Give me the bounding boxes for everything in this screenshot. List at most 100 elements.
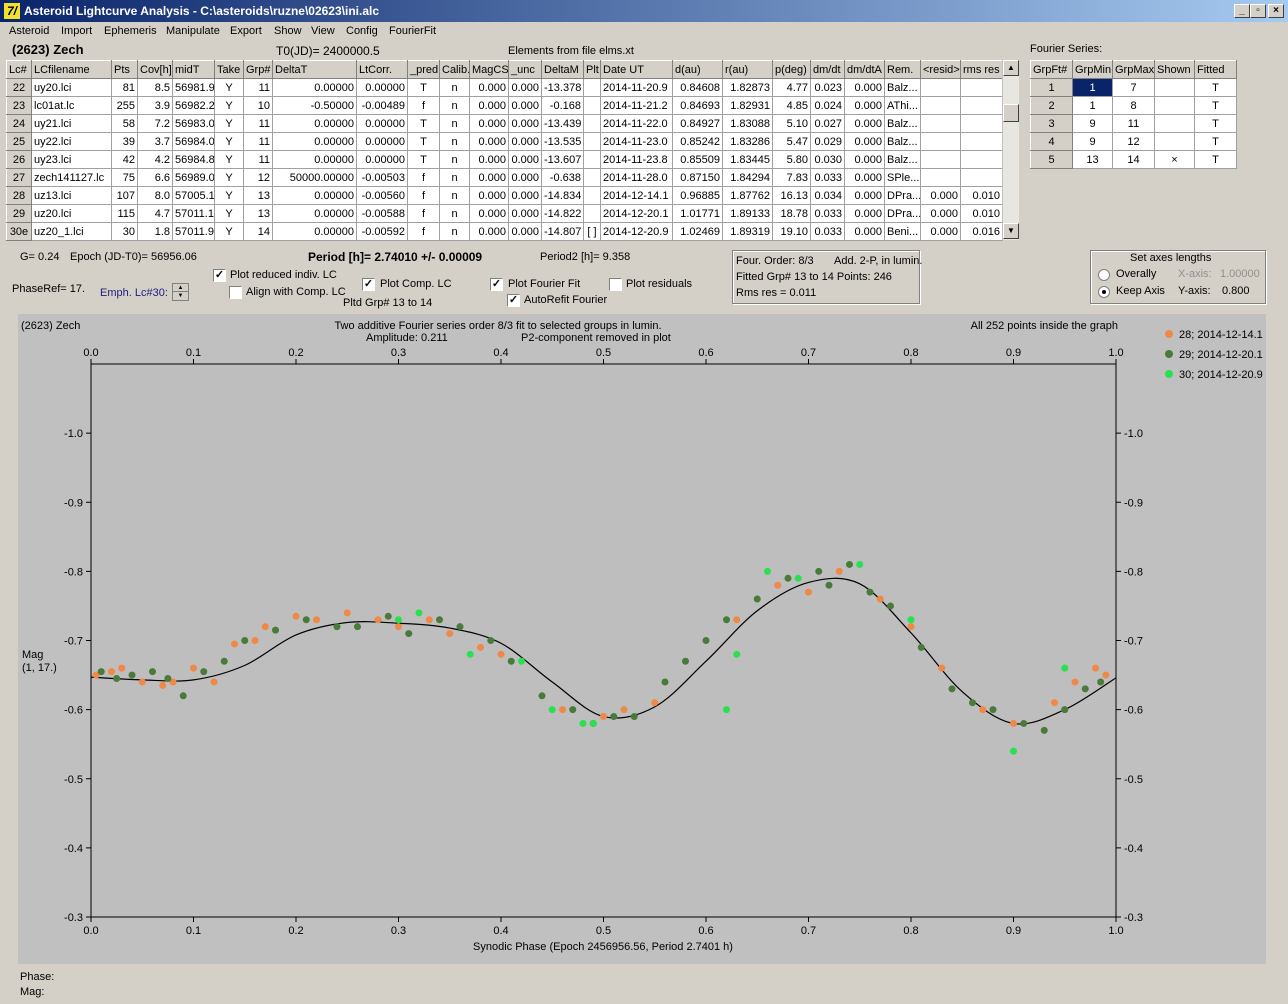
scroll-up-button[interactable]: ▲ (1003, 60, 1019, 76)
lc-cell[interactable]: 5.80 (772, 150, 811, 169)
lc-cell[interactable]: 0.000 (844, 78, 885, 97)
lc-cell[interactable]: Balz... (884, 132, 921, 151)
lc-table-row[interactable]: 24 uy21.lci 58 7.2 56983.0 Y 11 0.00000 0.00000 T… (6, 114, 1003, 133)
lc-cell[interactable]: f (407, 222, 440, 241)
lc-cell[interactable] (960, 150, 1003, 169)
lc-cell[interactable]: 0.00000 (272, 204, 357, 223)
lc-cell[interactable]: 7.83 (772, 168, 811, 187)
lc-cell[interactable]: 5.47 (772, 132, 811, 151)
lc-cell[interactable] (960, 168, 1003, 187)
lc-cell[interactable]: 3.7 (137, 132, 173, 151)
lc-cell[interactable]: f (407, 168, 440, 187)
ft-row-header[interactable]: 1 (1030, 78, 1073, 97)
lc-cell[interactable]: 0.010 (960, 204, 1003, 223)
lc-cell[interactable]: Y (214, 150, 244, 169)
lc-cell[interactable]: f (407, 186, 440, 205)
lc-col-header[interactable]: dm/dtA (844, 60, 885, 79)
lc-cell[interactable]: 0.000 (844, 132, 885, 151)
ft-table-row[interactable]: 218 T (1030, 96, 1237, 115)
lc-row-header[interactable]: 28 (6, 186, 32, 205)
lc-cell[interactable]: uy23.lci (31, 150, 112, 169)
lc-row-header[interactable]: 22 (6, 78, 32, 97)
ft-col-header[interactable]: GrpFt# (1030, 60, 1073, 79)
lc-cell[interactable]: 0.016 (960, 222, 1003, 241)
lc-cell[interactable]: 0.000 (844, 150, 885, 169)
lc-cell[interactable]: 1.89319 (722, 222, 773, 241)
ft-cell[interactable] (1154, 78, 1195, 97)
lc-cell[interactable]: 2014-11-23.0 (600, 132, 673, 151)
lc-cell[interactable]: -0.168 (541, 96, 584, 115)
lc-cell[interactable]: 0.84608 (672, 78, 723, 97)
lc-cell[interactable]: 0.000 (508, 204, 542, 223)
lightcurve-plot-panel[interactable]: 0.0 0.0 0.1 0.1 0.2 0.2 0.3 0.3 0.4 0.4 0.5 0.5 0.6 0… (18, 314, 1266, 964)
ft-cell[interactable]: × (1154, 150, 1195, 169)
lc-cell[interactable]: zech141127.lc (31, 168, 112, 187)
lc-cell[interactable]: 0.00000 (356, 132, 408, 151)
lc-cell[interactable]: -0.00588 (356, 204, 408, 223)
lc-col-header[interactable]: Cov[h] (137, 60, 173, 79)
lc-cell[interactable]: 4.77 (772, 78, 811, 97)
lc-col-header[interactable]: Calib. (439, 60, 470, 79)
lc-cell[interactable]: -0.00592 (356, 222, 408, 241)
lc-row-header[interactable]: 24 (6, 114, 32, 133)
ft-table-row[interactable]: 117T (1030, 78, 1237, 97)
lc-cell[interactable]: f (407, 204, 440, 223)
lc-cell[interactable] (960, 96, 1003, 115)
lc-cell[interactable]: 0.00000 (272, 222, 357, 241)
lc-cell[interactable]: -0.50000 (272, 96, 357, 115)
lc-cell[interactable]: Beni... (884, 222, 921, 241)
lc-cell[interactable]: Y (214, 186, 244, 205)
lc-cell[interactable]: n (439, 150, 470, 169)
lc-cell[interactable]: 13 (243, 186, 273, 205)
ft-col-header[interactable]: Fitted (1194, 60, 1237, 79)
menu-manipulate[interactable]: Manipulate (166, 25, 220, 37)
menu-show[interactable]: Show (274, 25, 302, 37)
lc-cell[interactable]: 0.000 (508, 168, 542, 187)
lc-col-header[interactable]: Date UT (600, 60, 673, 79)
ft-cell[interactable]: 1 (1072, 96, 1113, 115)
lc-cell[interactable]: -0.00560 (356, 186, 408, 205)
lc-cell[interactable]: Balz... (884, 114, 921, 133)
lc-cell[interactable]: 11 (243, 114, 273, 133)
lc-table-row[interactable]: 28 uz13.lci 107 8.0 57005.1 Y 13 0.00000 -0.0056… (6, 186, 1003, 205)
lc-cell[interactable] (583, 204, 601, 223)
lc-cell[interactable]: 0.00000 (272, 132, 357, 151)
lc-col-header[interactable]: Plt (583, 60, 601, 79)
menu-ephemeris[interactable]: Ephemeris (104, 25, 157, 37)
lc-col-header[interactable]: d(au) (672, 60, 723, 79)
lc-cell[interactable] (920, 150, 961, 169)
minimize-button[interactable]: _ (1234, 4, 1250, 18)
lc-cell[interactable]: uy21.lci (31, 114, 112, 133)
plot-reduced-checkbox[interactable]: ✓ (213, 269, 226, 282)
lc-cell[interactable]: 1.01771 (672, 204, 723, 223)
lc-cell[interactable]: 1.8 (137, 222, 173, 241)
lc-cell[interactable]: 0.00000 (356, 114, 408, 133)
plot-fourier-checkbox[interactable]: ✓ (490, 278, 503, 291)
lc-cell[interactable]: 2014-12-14.1 (600, 186, 673, 205)
lc-cell[interactable]: f (407, 96, 440, 115)
lc-cell[interactable]: 0.000 (469, 168, 509, 187)
lc-cell[interactable]: 0.000 (920, 186, 961, 205)
lc-cell[interactable]: 6.6 (137, 168, 173, 187)
lc-cell[interactable] (583, 114, 601, 133)
lc-cell[interactable]: -14.822 (541, 204, 584, 223)
lc-row-header[interactable]: 30e (6, 222, 32, 241)
lc-cell[interactable] (920, 132, 961, 151)
lc-row-header[interactable]: 29 (6, 204, 32, 223)
lc-cell[interactable]: -14.834 (541, 186, 584, 205)
lc-cell[interactable]: 0.00000 (272, 186, 357, 205)
lc-table-row[interactable]: 23 lc01at.lc 255 3.9 56982.2 Y 10 -0.50000 -0.00… (6, 96, 1003, 115)
lc-cell[interactable]: -0.00503 (356, 168, 408, 187)
lc-cell[interactable]: 0.000 (508, 222, 542, 241)
lc-table-row[interactable]: 27 zech141127.lc 75 6.6 56989.0 Y 12 50000.0000… (6, 168, 1003, 187)
lc-cell[interactable]: 0.000 (469, 150, 509, 169)
lc-cell[interactable]: DPra... (884, 204, 921, 223)
lc-cell[interactable]: Y (214, 78, 244, 97)
overally-radio[interactable] (1098, 269, 1110, 281)
lc-cell[interactable]: n (439, 222, 470, 241)
menu-export[interactable]: Export (230, 25, 262, 37)
lc-cell[interactable]: Y (214, 222, 244, 241)
lc-cell[interactable]: 0.024 (810, 96, 845, 115)
lc-cell[interactable]: n (439, 114, 470, 133)
align-checkbox[interactable] (229, 286, 242, 299)
